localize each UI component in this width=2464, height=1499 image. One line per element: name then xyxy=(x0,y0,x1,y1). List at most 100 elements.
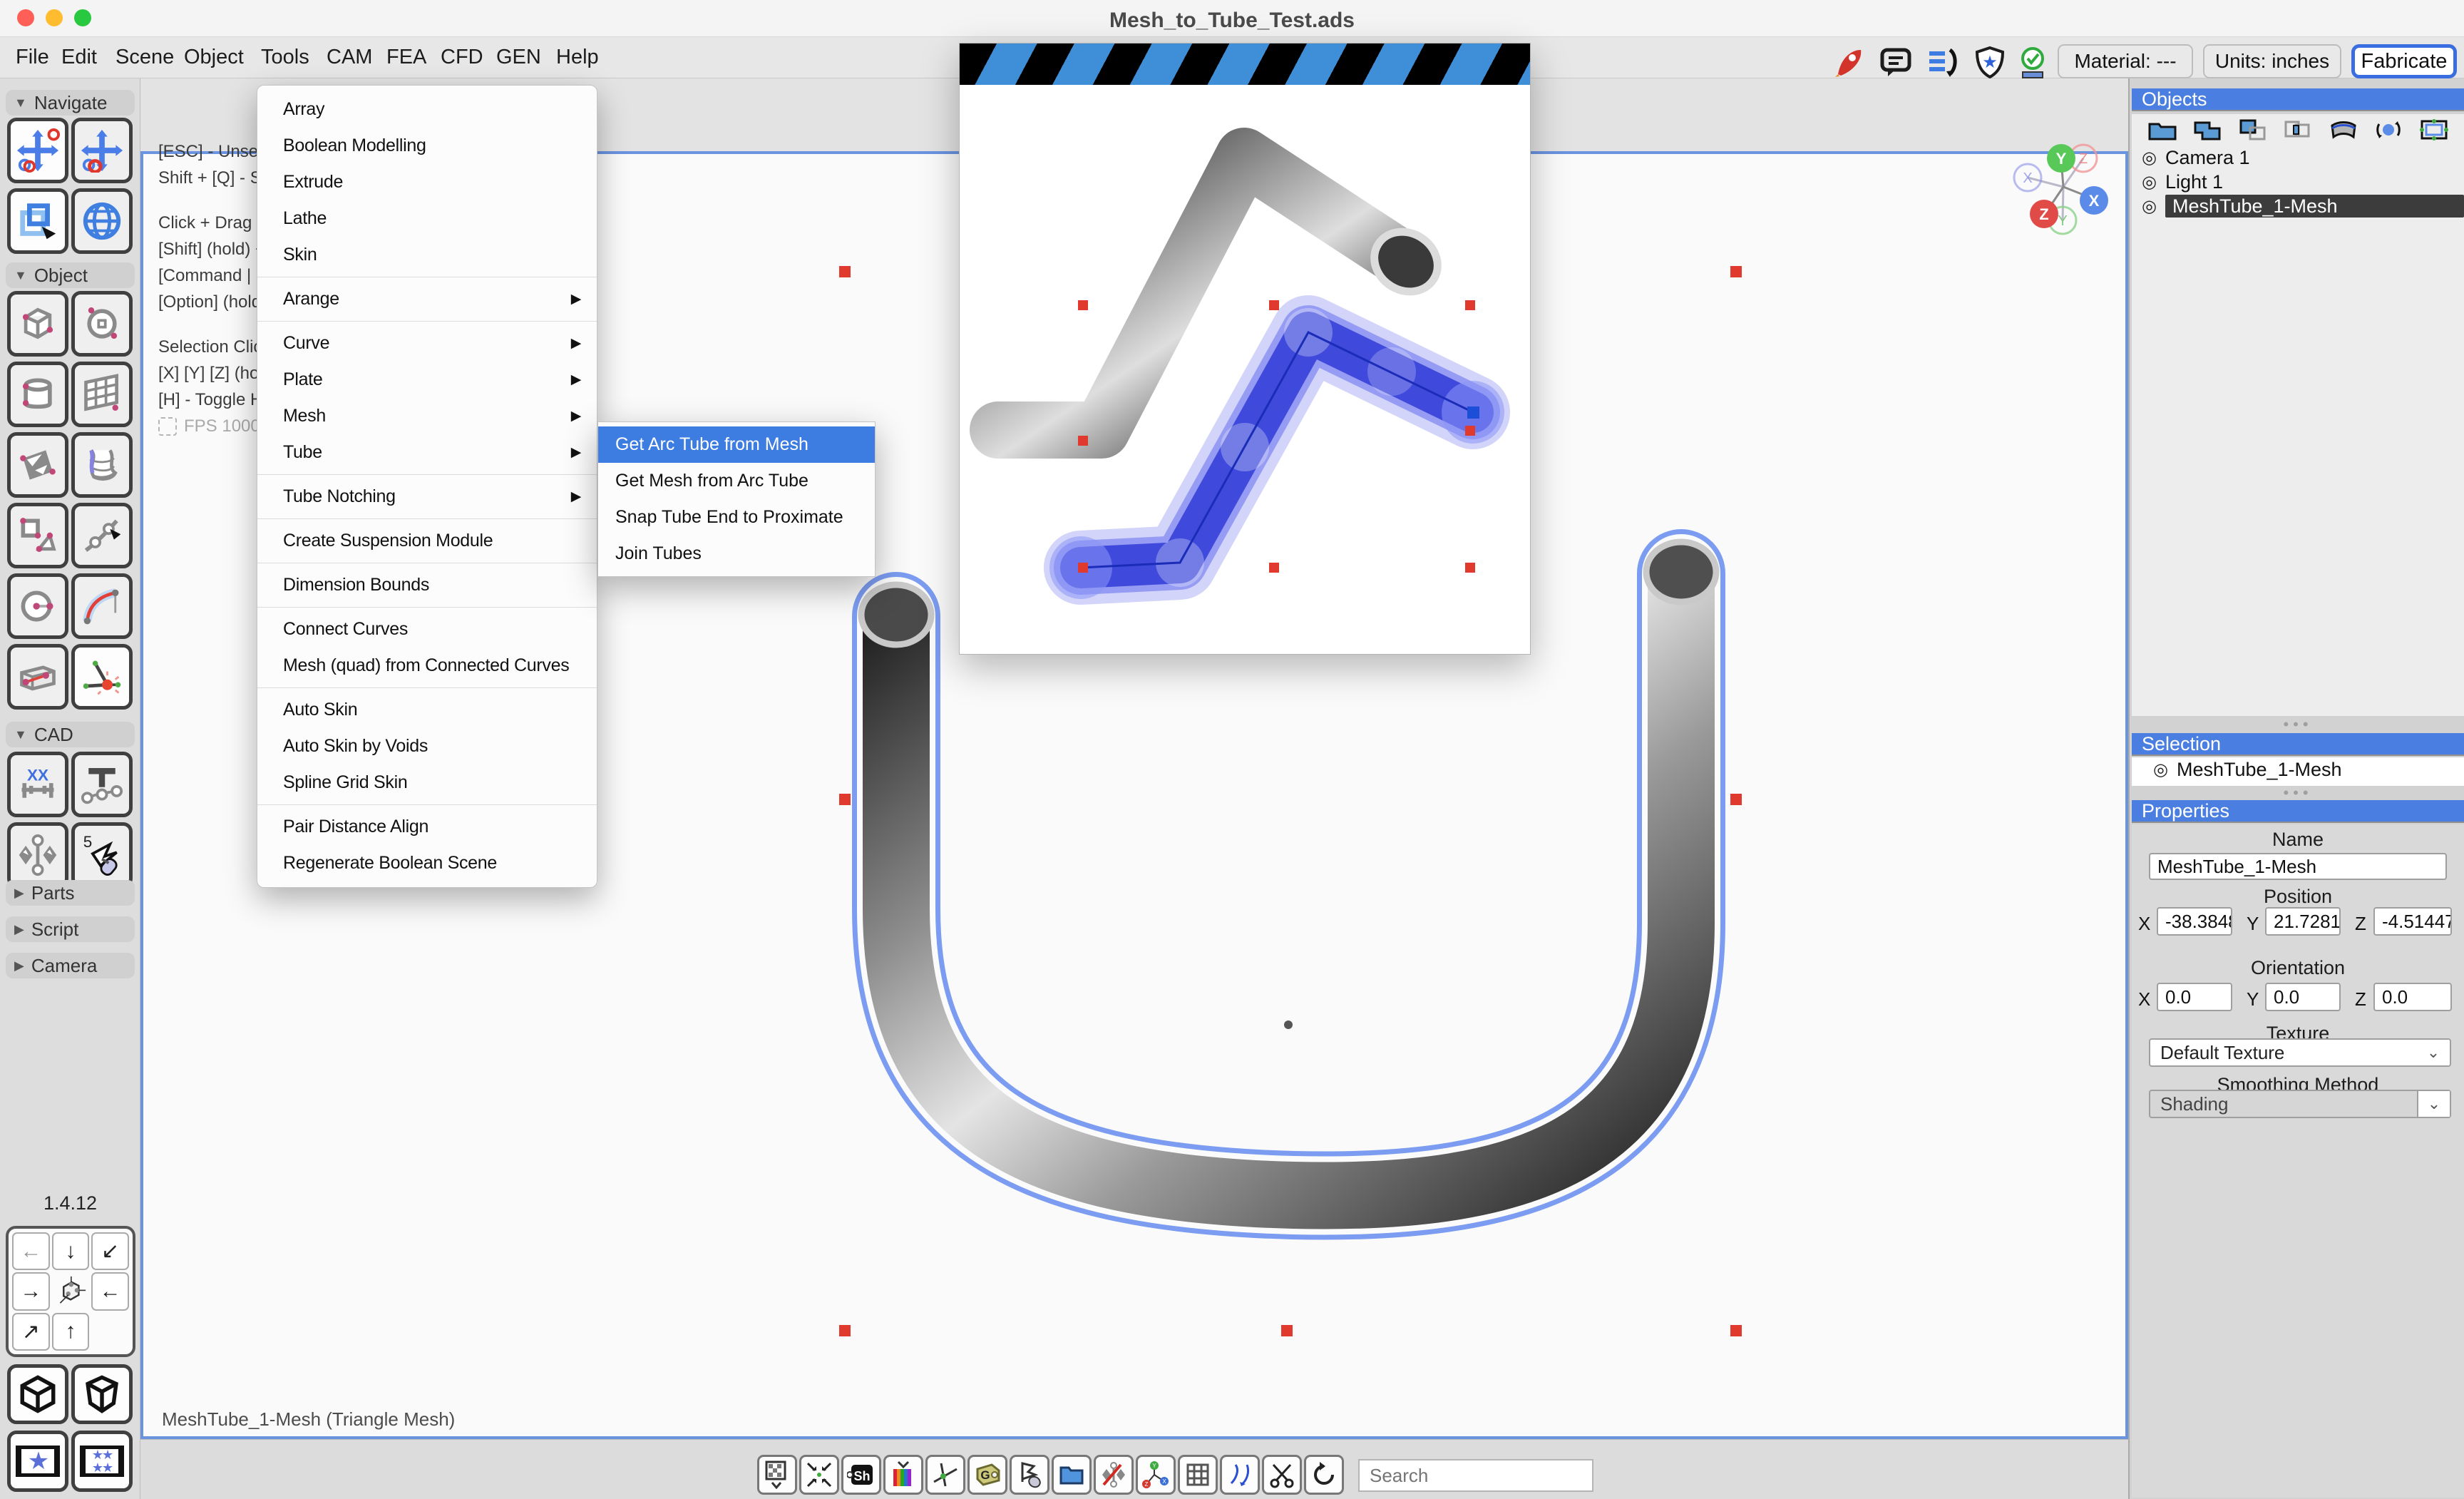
view-left-button[interactable]: ← xyxy=(12,1232,50,1270)
orientation-x-field[interactable]: 0.0 xyxy=(2157,983,2232,1011)
g-tag-icon[interactable]: G xyxy=(967,1455,1007,1495)
menu-item-array[interactable]: Array xyxy=(257,91,597,128)
objects-panel-header[interactable]: Objects xyxy=(2132,88,2464,111)
sync-icon[interactable] xyxy=(1926,46,1959,78)
menu-item-spline-grid-skin[interactable]: Spline Grid Skin xyxy=(257,764,597,801)
object-row-meshtube[interactable]: ◎ MeshTube_1-Mesh xyxy=(2132,194,2464,218)
navigate-orbit-globe-button[interactable] xyxy=(71,188,133,254)
panel-resize-handle[interactable]: ••• xyxy=(2132,720,2464,732)
menu-item-auto-skin[interactable]: Auto Skin xyxy=(257,692,597,728)
properties-panel-header[interactable]: Properties xyxy=(2132,800,2464,823)
menu-cam[interactable]: CAM xyxy=(327,46,372,69)
difference-icon[interactable] xyxy=(2283,118,2313,141)
iso-view-button[interactable] xyxy=(7,1364,68,1424)
menu-cfd[interactable]: CFD xyxy=(441,46,483,69)
menu-item-auto-skin-by-voids[interactable]: Auto Skin by Voids xyxy=(257,728,597,764)
menu-item-mesh-quad-from-connected-curves[interactable]: Mesh (quad) from Connected Curves xyxy=(257,648,597,684)
menu-item-plate[interactable]: Plate▶ xyxy=(257,362,597,398)
menu-item-mesh[interactable]: Mesh▶ xyxy=(257,398,597,434)
units-button[interactable]: Units: inches xyxy=(2203,44,2341,78)
object-row-camera[interactable]: ◎ Camera 1 xyxy=(2132,145,2464,170)
view-up-button[interactable]: ↑ xyxy=(52,1313,90,1351)
shield-icon[interactable]: ★ xyxy=(1973,46,2006,78)
section-camera[interactable]: ▶ Camera xyxy=(6,953,135,978)
submenu-item-get-arc-tube-from-mesh[interactable]: Get Arc Tube from Mesh xyxy=(598,426,875,463)
menu-item-pair-distance-align[interactable]: Pair Distance Align xyxy=(257,809,597,845)
scissors-icon[interactable] xyxy=(1262,1455,1302,1495)
menu-object[interactable]: Object xyxy=(184,46,244,69)
rotate-icon[interactable] xyxy=(2373,118,2403,141)
menu-item-create-suspension-module[interactable]: Create Suspension Module xyxy=(257,523,597,559)
kite-disable-icon[interactable] xyxy=(1094,1455,1134,1495)
menu-item-tube-notching[interactable]: Tube Notching▶ xyxy=(257,479,597,515)
create-light-button[interactable] xyxy=(71,644,133,710)
preview-window-titlebar[interactable] xyxy=(960,44,1530,85)
create-cube-button[interactable] xyxy=(7,291,68,357)
menu-edit[interactable]: Edit xyxy=(61,46,97,69)
name-field[interactable]: MeshTube_1-Mesh xyxy=(2149,853,2447,880)
create-bezier-button[interactable] xyxy=(71,573,133,639)
object-visibility-icon[interactable]: ◎ xyxy=(2142,148,2157,168)
create-circle-button[interactable] xyxy=(7,573,68,639)
menu-item-curve[interactable]: Curve▶ xyxy=(257,325,597,362)
menu-item-arange[interactable]: Arange▶ xyxy=(257,281,597,317)
navigate-pan-button[interactable] xyxy=(71,118,133,183)
selection-panel-header[interactable]: Selection xyxy=(2132,733,2464,756)
create-polygon-button[interactable] xyxy=(7,503,68,568)
texture-picker-icon[interactable] xyxy=(757,1455,797,1495)
edit-curve-button[interactable] xyxy=(71,503,133,568)
create-lathe-button[interactable] xyxy=(71,432,133,498)
menu-scene[interactable]: Scene xyxy=(115,46,174,69)
panel-resize-handle[interactable]: ••• xyxy=(2132,789,2464,800)
texture-dropdown[interactable]: Default Texture ⌄ xyxy=(2149,1038,2451,1067)
cad-kite-pair-button[interactable] xyxy=(7,822,68,888)
orientation-y-field[interactable]: 0.0 xyxy=(2265,983,2341,1011)
menu-help[interactable]: Help xyxy=(556,46,599,69)
color-bars-icon[interactable] xyxy=(883,1455,923,1495)
grid-icon[interactable] xyxy=(1178,1455,1218,1495)
rocket-icon[interactable] xyxy=(1832,46,1865,78)
smoothing-dropdown[interactable]: Shading ⌄ xyxy=(2149,1090,2451,1118)
navigate-pan-select-button[interactable] xyxy=(7,118,68,183)
orientation-z-field[interactable]: 0.0 xyxy=(2373,983,2452,1011)
axis-gizmo[interactable]: X Z Y Y X Z xyxy=(2010,138,2117,245)
material-button[interactable]: Material: --- xyxy=(2058,44,2193,78)
submenu-item-snap-tube-end-to-proximate[interactable]: Snap Tube End to Proximate xyxy=(598,499,875,536)
axis-xyz-icon[interactable]: YZX xyxy=(1136,1455,1176,1495)
menu-item-connect-curves[interactable]: Connect Curves xyxy=(257,611,597,648)
submenu-item-join-tubes[interactable]: Join Tubes xyxy=(598,536,875,572)
cad-dimension-button[interactable]: XX xyxy=(7,752,68,817)
section-parts[interactable]: ▶ Parts xyxy=(6,880,135,906)
quad-viewport-button[interactable]: ★★★★ xyxy=(71,1431,133,1492)
section-cad[interactable]: ▼ CAD xyxy=(6,722,135,747)
section-script[interactable]: ▶ Script xyxy=(6,916,135,942)
view-down-left-button[interactable]: ↙ xyxy=(91,1232,129,1270)
selected-object-highlight[interactable]: MeshTube_1-Mesh xyxy=(2165,195,2464,218)
create-plate-button[interactable] xyxy=(7,432,68,498)
create-box-tube-button[interactable] xyxy=(7,644,68,710)
menu-item-tube[interactable]: Tube▶ xyxy=(257,434,597,471)
intersect-icon[interactable] xyxy=(2238,118,2268,141)
perspective-view-button[interactable] xyxy=(71,1364,133,1424)
view-right-button[interactable]: → xyxy=(12,1272,50,1310)
flag-cursor-icon[interactable] xyxy=(1010,1455,1049,1495)
view-left2-button[interactable]: ← xyxy=(91,1272,129,1310)
preview-window[interactable] xyxy=(959,43,1531,655)
check-badge-icon[interactable] xyxy=(2016,46,2049,78)
refresh-icon[interactable] xyxy=(1304,1455,1344,1495)
menu-item-skin[interactable]: Skin xyxy=(257,237,597,273)
selection-row[interactable]: ◎ MeshTube_1-Mesh xyxy=(2132,757,2464,782)
chat-icon[interactable] xyxy=(1879,46,1912,78)
position-x-field[interactable]: -38.38486 xyxy=(2157,907,2232,936)
bounds-icon[interactable] xyxy=(2419,118,2449,141)
create-mesh-grid-button[interactable] xyxy=(71,362,133,427)
menu-gen[interactable]: GEN xyxy=(496,46,541,69)
menu-file[interactable]: File xyxy=(16,46,49,69)
object-row-light[interactable]: ◎ Light 1 xyxy=(2132,170,2464,194)
union-icon[interactable] xyxy=(2192,118,2222,141)
menu-item-extrude[interactable]: Extrude xyxy=(257,164,597,200)
navigate-marquee-select-button[interactable] xyxy=(7,188,68,254)
object-visibility-icon[interactable]: ◎ xyxy=(2142,196,2157,217)
cad-tee-button[interactable] xyxy=(71,752,133,817)
section-navigate[interactable]: ▼ Navigate xyxy=(6,90,135,116)
